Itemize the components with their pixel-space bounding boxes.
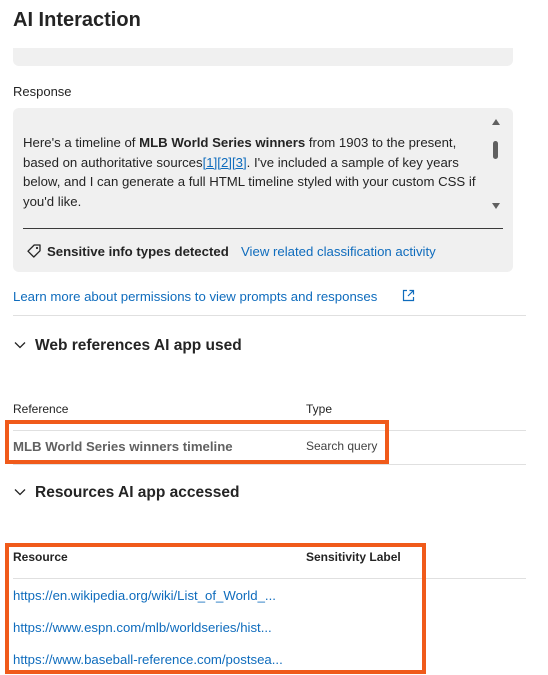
response-label: Response (13, 84, 72, 99)
web-references-heading[interactable]: Web references AI app used (35, 337, 242, 355)
classification-activity-link[interactable]: View related classification activity (241, 244, 436, 259)
highlight-box-resources (5, 543, 426, 674)
scroll-down-arrow[interactable] (492, 203, 500, 209)
section-divider (13, 315, 526, 316)
scroll-thumb[interactable] (493, 141, 498, 159)
reference-column-header: Reference (13, 402, 69, 416)
tag-icon (27, 244, 41, 258)
citation-2-link[interactable]: [2] (217, 155, 232, 170)
page-title: AI Interaction (13, 9, 141, 31)
table-row-divider (13, 464, 526, 465)
citation-3-link[interactable]: [3] (232, 155, 247, 170)
prompt-box-bottom (13, 48, 513, 66)
learn-more-link[interactable]: Learn more about permissions to view pro… (13, 289, 377, 304)
highlight-box-reference (5, 420, 389, 464)
response-bold-text: MLB World Series winners (139, 135, 306, 150)
chevron-down-icon[interactable] (13, 338, 27, 352)
resources-heading[interactable]: Resources AI app accessed (35, 484, 239, 502)
sensitive-info-label: Sensitive info types detected (47, 244, 229, 259)
response-divider (23, 228, 503, 229)
citation-1-link[interactable]: [1] (203, 155, 218, 170)
external-link-icon[interactable] (402, 289, 415, 302)
chevron-down-icon[interactable] (13, 485, 27, 499)
response-scrollbar[interactable] (490, 119, 502, 216)
response-text: Here's a timeline of MLB World Series wi… (23, 135, 476, 209)
type-column-header: Type (306, 402, 333, 416)
scroll-up-arrow[interactable] (492, 119, 500, 125)
response-card: Here's a timeline of MLB World Series wi… (13, 108, 513, 272)
